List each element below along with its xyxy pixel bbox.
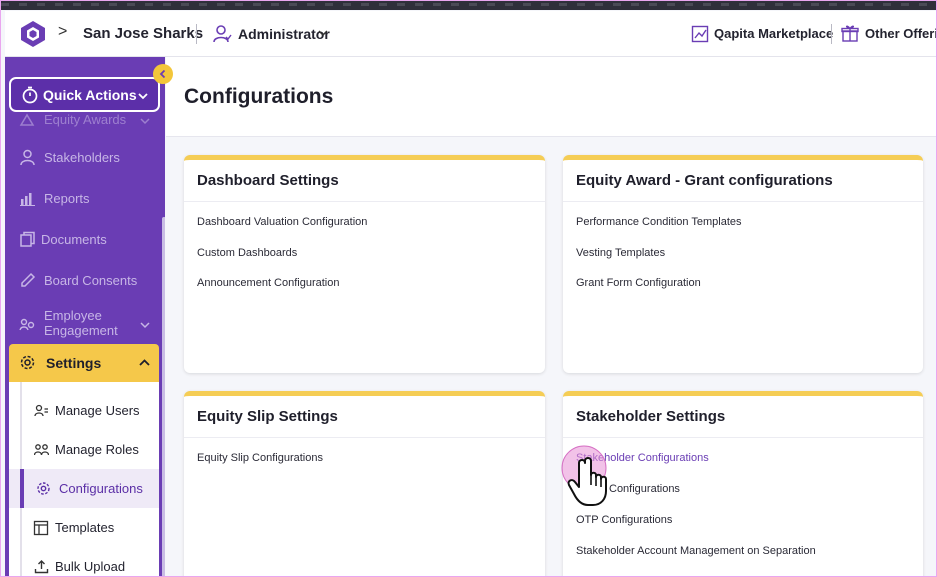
gift-icon	[841, 25, 859, 42]
bar-chart-icon	[20, 193, 35, 206]
award-icon	[19, 113, 35, 126]
sidebar-item-employee-engagement[interactable]: Employee Engagement	[5, 305, 165, 345]
person-icon	[20, 149, 35, 166]
users-icon	[34, 404, 48, 417]
page-header: Configurations	[166, 57, 936, 137]
marketplace-chart-icon	[691, 25, 709, 43]
chevron-up-icon[interactable]	[138, 356, 151, 369]
card-title: Dashboard Settings	[197, 172, 339, 189]
sidebar-item-label: Stakeholders	[44, 150, 120, 165]
engagement-icon	[19, 318, 35, 331]
marketplace-link[interactable]: Qapita Marketplace	[714, 26, 833, 41]
link-performance-condition-templates[interactable]: Performance Condition Templates	[576, 216, 742, 228]
sidebar-item-label: Documents	[41, 232, 107, 247]
submenu-item-label: Templates	[55, 520, 115, 535]
divider	[831, 24, 832, 44]
link-equity-slip-configurations[interactable]: Equity Slip Configurations	[197, 452, 323, 464]
card-divider	[184, 437, 545, 438]
card-divider	[563, 437, 923, 438]
chevron-down-icon	[138, 93, 148, 100]
breadcrumb-arrow-icon: >	[58, 23, 68, 40]
card-dashboard-settings: Dashboard Settings Dashboard Valuation C…	[184, 155, 545, 373]
sidebar-item-label: Equity Awards	[44, 112, 127, 127]
sidebar-scrollbar[interactable]	[162, 217, 165, 576]
sidebar-item-bulk-upload[interactable]: Bulk Upload	[9, 547, 159, 576]
upload-icon	[34, 560, 49, 574]
link-configurations[interactable]: Configurations	[609, 483, 680, 495]
chevron-left-icon	[159, 69, 166, 79]
card-divider	[563, 201, 923, 202]
sidebar-item-manage-users[interactable]: Manage Users	[9, 391, 159, 430]
submenu-item-label: Bulk Upload	[55, 559, 126, 574]
sidebar-item-stakeholders[interactable]: Stakeholders	[5, 139, 165, 177]
quick-actions-button[interactable]: Quick Actions	[9, 77, 160, 112]
card-title: Stakeholder Settings	[576, 408, 726, 425]
page-title: Configurations	[184, 85, 334, 108]
top-bar: > San Jose Sharks Administrator Qapita M…	[5, 11, 936, 57]
sidebar-item-templates[interactable]: Templates	[9, 508, 159, 547]
sidebar-item-documents[interactable]: Documents	[5, 221, 165, 259]
submenu-item-label: Configurations	[59, 481, 143, 496]
link-custom-dashboards[interactable]: Custom Dashboards	[197, 247, 297, 259]
pen-icon	[21, 272, 36, 287]
link-stakeholder-account-management-on-separation[interactable]: Stakeholder Account Management on Separa…	[576, 545, 816, 557]
link-vesting-templates[interactable]: Vesting Templates	[576, 247, 665, 259]
user-role-icon	[213, 25, 232, 43]
card-equity-slip-settings: Equity Slip Settings Equity Slip Configu…	[184, 391, 545, 576]
active-indicator	[20, 469, 24, 508]
gear-icon	[20, 355, 35, 370]
card-title: Equity Award - Grant configurations	[576, 172, 833, 189]
hand-cursor-icon	[561, 445, 607, 506]
sidebar-item-settings[interactable]: Settings	[9, 344, 159, 382]
submenu-item-label: Manage Roles	[55, 442, 139, 457]
documents-icon	[20, 231, 35, 247]
sidebar-item-label: Reports	[44, 191, 90, 206]
quick-actions-label: Quick Actions	[43, 87, 137, 103]
collapse-sidebar-button[interactable]	[153, 64, 173, 84]
sidebar-item-board-consents[interactable]: Board Consents	[5, 262, 165, 300]
link-announcement-configuration[interactable]: Announcement Configuration	[197, 277, 339, 289]
sidebar-item-configurations[interactable]: Configurations	[9, 469, 159, 508]
gear-icon	[37, 482, 50, 495]
submenu-item-label: Manage Users	[55, 403, 140, 418]
app-window: > San Jose Sharks Administrator Qapita M…	[0, 0, 937, 577]
browser-chrome	[1, 1, 936, 10]
sidebar-item-label: Employee Engagement	[44, 308, 118, 338]
chevron-down-icon[interactable]	[317, 27, 329, 39]
link-dashboard-valuation-configuration[interactable]: Dashboard Valuation Configuration	[197, 216, 367, 228]
card-equity-award-grant-configurations: Equity Award - Grant configurations Perf…	[563, 155, 923, 373]
link-otp-configurations[interactable]: OTP Configurations	[576, 514, 672, 526]
chevron-down-icon[interactable]	[139, 319, 151, 331]
company-name[interactable]: San Jose Sharks	[83, 25, 203, 42]
divider	[196, 24, 197, 44]
other-offerings-link[interactable]: Other Offerin	[865, 26, 936, 41]
link-grant-form-configuration[interactable]: Grant Form Configuration	[576, 277, 701, 289]
stopwatch-icon	[22, 86, 38, 104]
sidebar: Equity Awards Quick Actions Stakeholders	[5, 57, 165, 576]
chevron-down-icon[interactable]	[139, 115, 151, 127]
roles-icon	[34, 444, 49, 456]
card-title: Equity Slip Settings	[197, 408, 338, 425]
settings-label: Settings	[46, 355, 102, 371]
sidebar-item-label: Board Consents	[44, 273, 138, 288]
template-icon	[33, 520, 49, 536]
card-stakeholder-settings: Stakeholder Settings Stakeholder Configu…	[563, 391, 923, 576]
settings-submenu: Manage Users Manage Roles Configurations	[9, 382, 159, 576]
sidebar-item-manage-roles[interactable]: Manage Roles	[9, 430, 159, 469]
qapita-logo-icon[interactable]	[19, 20, 47, 48]
card-divider	[184, 201, 545, 202]
sidebar-item-reports[interactable]: Reports	[5, 180, 165, 218]
